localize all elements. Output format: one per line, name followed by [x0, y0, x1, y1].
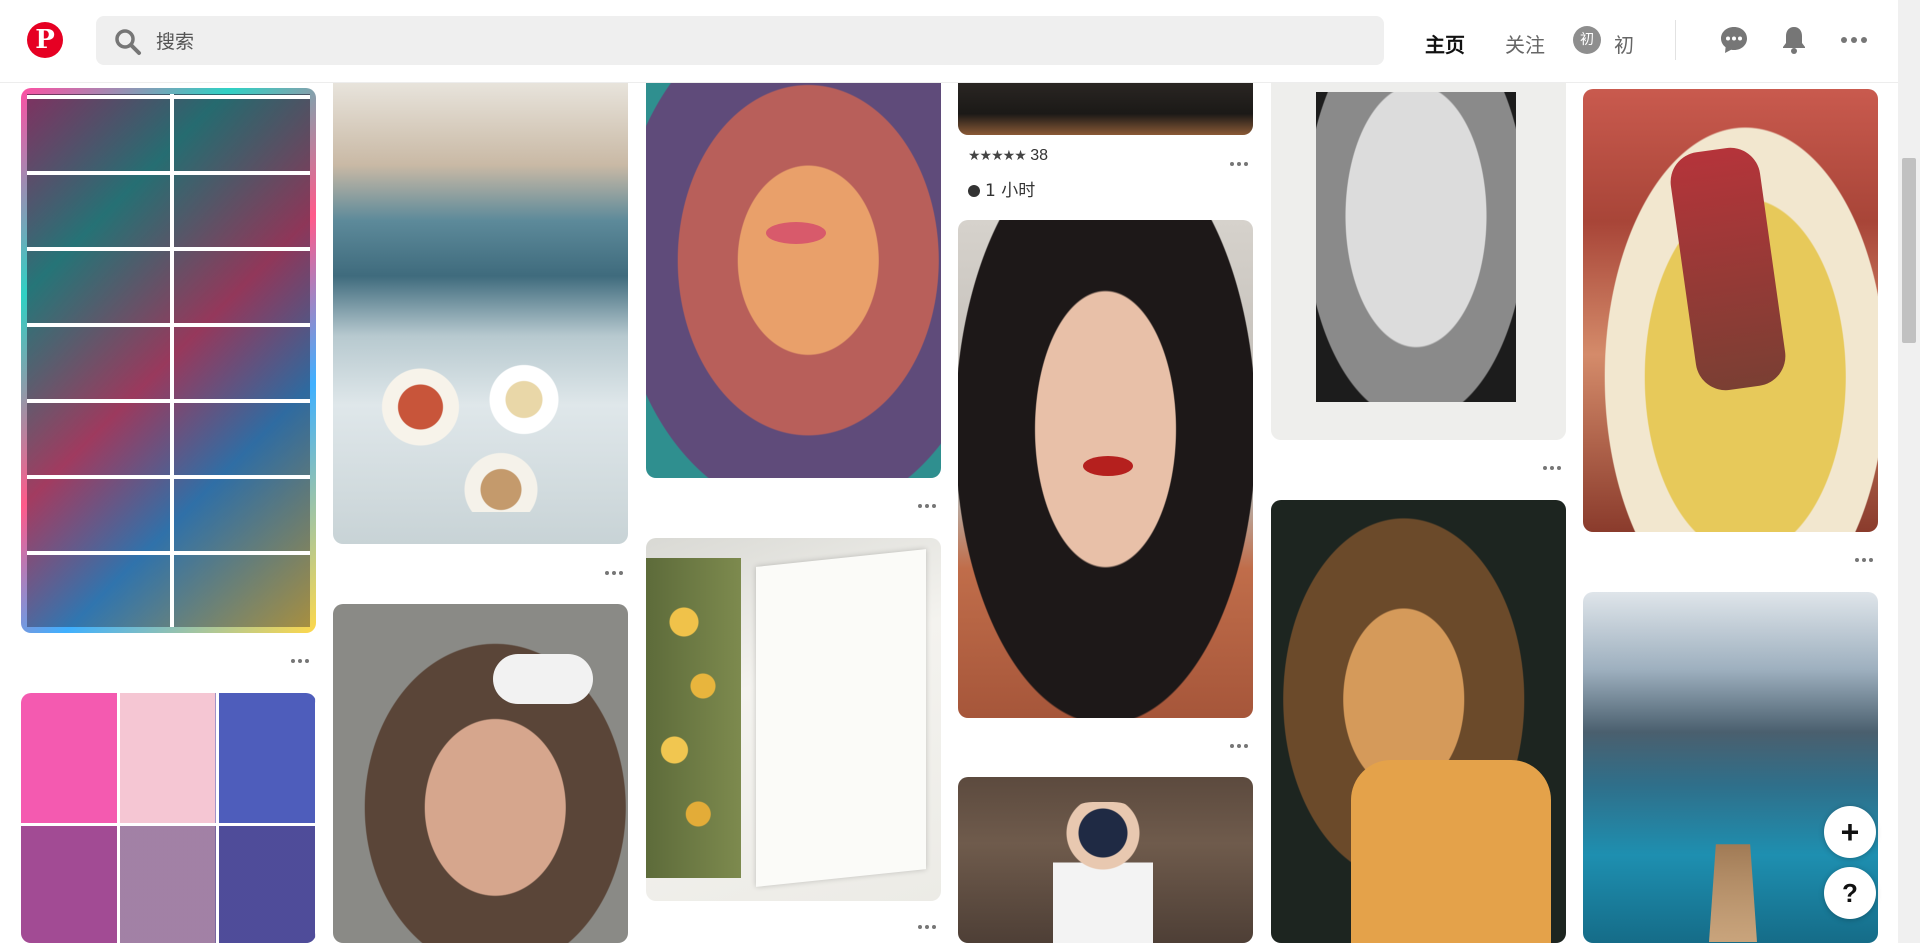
help-button[interactable]: ?	[1824, 867, 1876, 919]
pin-more-button[interactable]	[918, 495, 942, 508]
plates	[363, 362, 593, 512]
pin-more-button[interactable]	[605, 562, 629, 575]
pinterest-logo[interactable]: P	[27, 22, 63, 58]
pin-more-button[interactable]	[1543, 457, 1567, 470]
pin-glitch-statue[interactable]	[1271, 82, 1566, 440]
pin-sketchbook[interactable]	[646, 538, 941, 901]
pin-venice-table[interactable]	[333, 82, 628, 544]
clock-icon	[968, 185, 980, 197]
top-header: P 主页 关注 初 初	[0, 0, 1898, 83]
username[interactable]: 初	[1614, 29, 1634, 58]
pin-more-button[interactable]	[291, 650, 315, 663]
dock	[1709, 844, 1757, 942]
search-icon	[115, 29, 141, 55]
poster-grid	[21, 693, 316, 943]
avatar[interactable]: 初	[1573, 26, 1601, 54]
time-ago: 1 小时	[985, 181, 1036, 201]
cloud	[493, 654, 593, 704]
pin-more-button[interactable]	[1230, 153, 1254, 166]
notebook-page	[756, 549, 926, 887]
search-input[interactable]	[154, 16, 1358, 67]
rating-stars: ★★★★★	[968, 147, 1027, 163]
nav-home[interactable]: 主页	[1425, 29, 1465, 58]
flowers	[646, 558, 741, 878]
pin-fashion-collage[interactable]	[21, 88, 316, 633]
pin-time: 1 小时	[968, 176, 1035, 201]
more-icon[interactable]	[1838, 24, 1870, 56]
pin-steak[interactable]	[1583, 89, 1878, 532]
rating-count: 38	[1030, 147, 1049, 164]
pin-more-button[interactable]	[918, 916, 942, 929]
pin-abstract-face[interactable]	[646, 82, 941, 478]
nav-following[interactable]: 关注	[1505, 29, 1545, 58]
pin-more-button[interactable]	[1230, 735, 1254, 748]
person	[1053, 802, 1153, 943]
message-icon[interactable]	[1718, 24, 1750, 56]
shirt	[1351, 760, 1551, 943]
pin-rating: ★★★★★ 38	[968, 147, 1048, 165]
scrollbar-thumb[interactable]	[1902, 158, 1916, 343]
lips	[766, 222, 826, 244]
page-scrollbar[interactable]	[1898, 0, 1920, 943]
search-bar[interactable]	[96, 16, 1384, 67]
pin-cloud-girl[interactable]	[333, 604, 628, 943]
header-divider	[1675, 20, 1676, 60]
pin-makeup-portrait[interactable]	[958, 220, 1253, 718]
add-pin-button[interactable]: +	[1824, 806, 1876, 858]
pin-dish-top[interactable]	[958, 82, 1253, 135]
pin-more-button[interactable]	[1855, 549, 1879, 562]
pin-poster-collage[interactable]	[21, 693, 316, 943]
bell-icon[interactable]	[1778, 24, 1810, 56]
pin-sunlit-girl[interactable]	[1271, 500, 1566, 943]
steak-piece	[1666, 143, 1790, 395]
statue-frame	[1316, 92, 1516, 402]
pin-ny-cap[interactable]	[958, 777, 1253, 943]
collage-grid	[27, 94, 310, 627]
lips	[1083, 456, 1133, 476]
